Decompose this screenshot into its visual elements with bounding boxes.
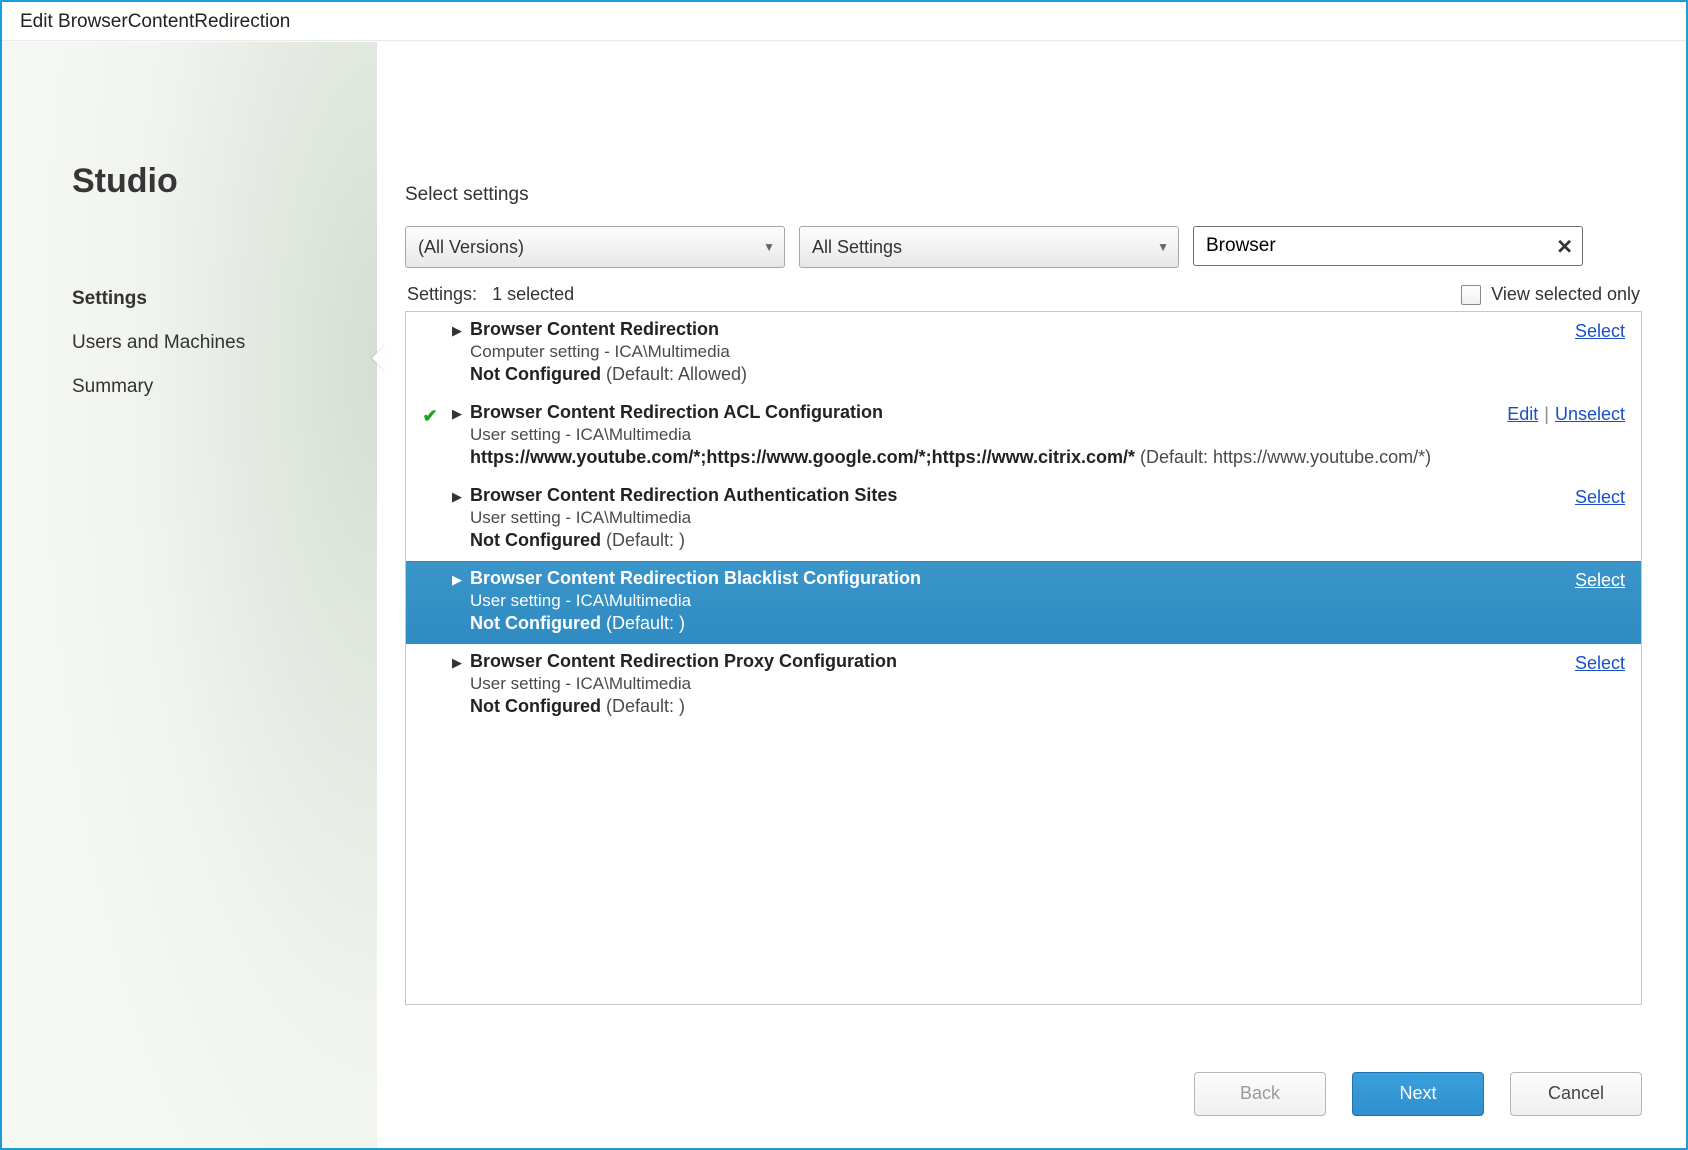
setting-state: Not Configured (Default: ) <box>470 530 1575 551</box>
view-selected-only-label: View selected only <box>1491 284 1640 305</box>
cancel-button[interactable]: Cancel <box>1510 1072 1642 1116</box>
setting-title: Browser Content Redirection <box>470 319 1575 340</box>
version-filter-value: (All Versions) <box>418 237 524 257</box>
settings-count-label: Settings: <box>407 284 477 304</box>
expand-icon[interactable]: ▶ <box>444 319 470 385</box>
expand-icon[interactable]: ▶ <box>444 651 470 717</box>
setting-actions: Edit|Unselect <box>1507 402 1625 468</box>
setting-state: Not Configured (Default: ) <box>470 696 1575 717</box>
setting-path: User setting - ICA\Multimedia <box>470 674 1575 694</box>
next-button[interactable]: Next <box>1352 1072 1484 1116</box>
setting-actions: Select <box>1575 651 1625 717</box>
filter-row: (All Versions) ▼ All Settings ▼ ✕ <box>405 226 1642 268</box>
setting-body: Browser Content Redirection ACL Configur… <box>470 402 1507 468</box>
status-gutter <box>416 651 444 717</box>
setting-title: Browser Content Redirection Authenticati… <box>470 485 1575 506</box>
setting-body: Browser Content RedirectionComputer sett… <box>470 319 1575 385</box>
sidebar-active-notch <box>372 344 386 372</box>
settings-list[interactable]: ▶Browser Content RedirectionComputer set… <box>405 311 1642 1005</box>
status-gutter: ✔ <box>416 402 444 468</box>
view-selected-only-toggle[interactable]: View selected only <box>1461 284 1640 305</box>
scope-filter-value: All Settings <box>812 237 902 257</box>
setting-state: Not Configured (Default: Allowed) <box>470 364 1575 385</box>
search-input[interactable] <box>1193 226 1583 266</box>
wizard-sidebar: Studio Settings Users and Machines Summary <box>2 42 377 1148</box>
setting-body: Browser Content Redirection Blacklist Co… <box>470 568 1575 634</box>
setting-path: User setting - ICA\Multimedia <box>470 425 1507 445</box>
back-button[interactable]: Back <box>1194 1072 1326 1116</box>
setting-title: Browser Content Redirection ACL Configur… <box>470 402 1507 423</box>
main-panel: Select settings (All Versions) ▼ All Set… <box>377 42 1686 1148</box>
wizard-footer: Back Next Cancel <box>1194 1072 1642 1116</box>
edit-link[interactable]: Edit <box>1507 404 1538 424</box>
wizard-step-2[interactable]: Summary <box>72 374 377 400</box>
expand-icon[interactable]: ▶ <box>444 402 470 468</box>
setting-body: Browser Content Redirection Authenticati… <box>470 485 1575 551</box>
window-title: Edit BrowserContentRedirection <box>2 2 1686 41</box>
setting-row[interactable]: ▶Browser Content Redirection Proxy Confi… <box>406 644 1641 727</box>
setting-actions: Select <box>1575 485 1625 551</box>
select-link[interactable]: Select <box>1575 487 1625 507</box>
setting-title: Browser Content Redirection Proxy Config… <box>470 651 1575 672</box>
setting-row[interactable]: ✔▶Browser Content Redirection ACL Config… <box>406 395 1641 478</box>
chevron-down-icon: ▼ <box>763 240 775 254</box>
content-area: Studio Settings Users and Machines Summary… <box>2 42 1686 1148</box>
wizard-step-0[interactable]: Settings <box>72 286 377 312</box>
setting-path: User setting - ICA\Multimedia <box>470 591 1575 611</box>
chevron-down-icon: ▼ <box>1157 240 1169 254</box>
wizard-steps: Settings Users and Machines Summary <box>72 286 377 400</box>
scope-filter-dropdown[interactable]: All Settings ▼ <box>799 226 1179 268</box>
settings-count-row: Settings: 1 selected View selected only <box>405 284 1642 305</box>
select-link[interactable]: Select <box>1575 570 1625 590</box>
checkmark-icon: ✔ <box>422 406 437 468</box>
status-gutter <box>416 319 444 385</box>
setting-path: User setting - ICA\Multimedia <box>470 508 1575 528</box>
setting-row[interactable]: ▶Browser Content Redirection Authenticat… <box>406 478 1641 561</box>
select-link[interactable]: Select <box>1575 321 1625 341</box>
status-gutter <box>416 568 444 634</box>
version-filter-dropdown[interactable]: (All Versions) ▼ <box>405 226 785 268</box>
settings-search: ✕ <box>1193 226 1583 268</box>
expand-icon[interactable]: ▶ <box>444 485 470 551</box>
setting-state: https://www.youtube.com/*;https://www.go… <box>470 447 1507 468</box>
setting-body: Browser Content Redirection Proxy Config… <box>470 651 1575 717</box>
setting-actions: Select <box>1575 568 1625 634</box>
setting-row[interactable]: ▶Browser Content RedirectionComputer set… <box>406 312 1641 395</box>
setting-actions: Select <box>1575 319 1625 385</box>
setting-title: Browser Content Redirection Blacklist Co… <box>470 568 1575 589</box>
clear-search-icon[interactable]: ✕ <box>1556 235 1573 260</box>
setting-state: Not Configured (Default: ) <box>470 613 1575 634</box>
setting-path: Computer setting - ICA\Multimedia <box>470 342 1575 362</box>
brand-title: Studio <box>72 162 377 201</box>
settings-count-value: 1 selected <box>492 284 574 304</box>
expand-icon[interactable]: ▶ <box>444 568 470 634</box>
select-link[interactable]: Select <box>1575 653 1625 673</box>
unselect-link[interactable]: Unselect <box>1555 404 1625 424</box>
checkbox-icon <box>1461 285 1481 305</box>
setting-row[interactable]: ▶Browser Content Redirection Blacklist C… <box>406 561 1641 644</box>
page-heading: Select settings <box>405 184 1642 206</box>
wizard-step-1[interactable]: Users and Machines <box>72 330 377 356</box>
status-gutter <box>416 485 444 551</box>
dialog-window: Edit BrowserContentRedirection Studio Se… <box>0 0 1688 1150</box>
